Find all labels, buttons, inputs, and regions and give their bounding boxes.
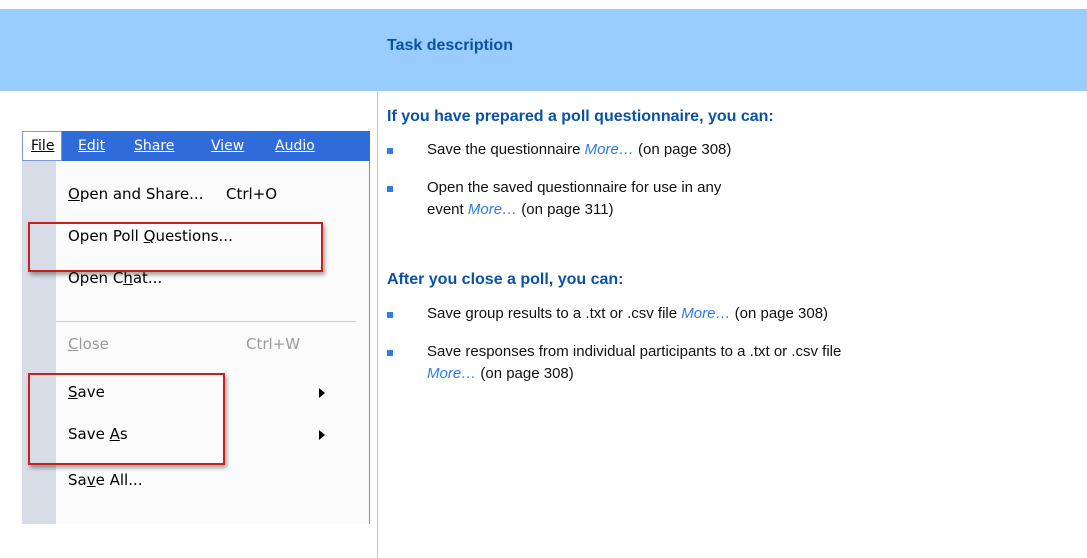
highlight-open-poll-questions: [28, 222, 323, 272]
menu-separator: [56, 321, 356, 322]
menubar-share[interactable]: Share: [134, 138, 174, 154]
bullet-icon: [387, 350, 393, 356]
more-link[interactable]: More…: [585, 141, 634, 158]
page-title: Task description: [387, 37, 513, 54]
bullet-icon: [387, 312, 393, 318]
section-heading-poll-questionnaire: If you have prepared a poll questionnair…: [387, 108, 774, 125]
file-menu-screenshot: File Edit Share View Audio Open and Shar…: [22, 131, 370, 524]
menu-item-close[interactable]: Close: [68, 335, 109, 353]
bullet-save-individual-responses: Save responses from individual participa…: [427, 343, 842, 382]
section-heading-after-close: After you close a poll, you can:: [387, 271, 624, 288]
menu-item-save-all[interactable]: Save All...: [68, 471, 143, 489]
menubar-file[interactable]: File: [22, 131, 62, 161]
menubar-edit[interactable]: Edit: [78, 138, 105, 154]
menubar: File Edit Share View Audio: [22, 131, 370, 161]
menubar-audio[interactable]: Audio: [275, 138, 315, 154]
highlight-save-options: [28, 373, 225, 465]
bullet-open-saved-questionnaire: Open the saved questionnaire for use in …: [427, 179, 722, 218]
shortcut-close: Ctrl+W: [246, 335, 301, 353]
menu-item-open-and-share[interactable]: Open and Share...: [68, 185, 203, 203]
more-link[interactable]: More…: [681, 305, 730, 322]
bullet-save-questionnaire: Save the questionnaire More… (on page 30…: [427, 141, 732, 158]
shortcut-open: Ctrl+O: [226, 185, 278, 203]
menu-icon-gutter: [22, 161, 56, 524]
submenu-arrow-icon: [319, 388, 325, 398]
bullet-icon: [387, 148, 393, 154]
more-link[interactable]: More…: [427, 365, 476, 382]
header-band: [0, 9, 1087, 91]
submenu-arrow-icon: [319, 430, 325, 440]
more-link[interactable]: More…: [468, 201, 517, 218]
menubar-view[interactable]: View: [211, 138, 244, 154]
bullet-icon: [387, 186, 393, 192]
column-divider: [377, 91, 378, 558]
bullet-save-group-results: Save group results to a .txt or .csv fil…: [427, 305, 829, 322]
